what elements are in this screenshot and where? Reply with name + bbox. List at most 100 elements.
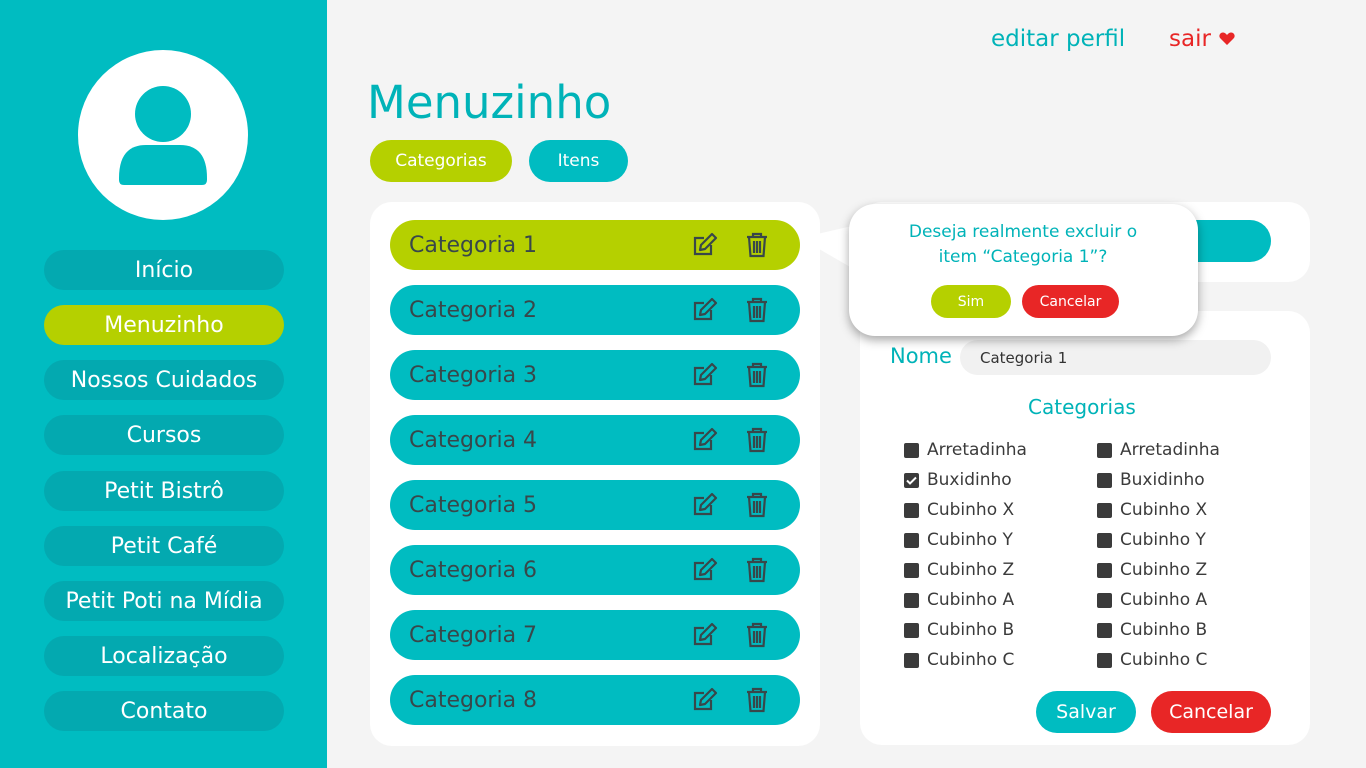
- checkbox[interactable]: [904, 592, 919, 608]
- checkbox-label: Cubinho X: [927, 500, 1015, 520]
- edit-icon[interactable]: [690, 685, 720, 715]
- edit-icon[interactable]: [690, 555, 720, 585]
- checkbox[interactable]: [904, 562, 919, 578]
- checkbox[interactable]: [904, 532, 919, 548]
- edit-icon[interactable]: [690, 490, 720, 520]
- categories-title: Categorias: [1028, 395, 1136, 419]
- confirm-cancel-button[interactable]: Cancelar: [1022, 285, 1119, 318]
- cancel-button[interactable]: Cancelar: [1151, 691, 1271, 733]
- checkbox-item[interactable]: Buxidinho: [904, 470, 1012, 490]
- logout-link[interactable]: sair: [1169, 26, 1235, 52]
- category-label: Categoria 8: [409, 687, 538, 713]
- checkbox-label: Arretadinha: [927, 440, 1027, 460]
- checkbox-item[interactable]: Cubinho X: [904, 500, 1014, 520]
- logout-label: sair: [1169, 26, 1211, 52]
- checkbox[interactable]: [1097, 532, 1112, 548]
- checkbox-item[interactable]: Cubinho C: [1097, 650, 1207, 670]
- category-row[interactable]: Categoria 7: [390, 610, 800, 660]
- category-row[interactable]: Categoria 1: [390, 220, 800, 270]
- nav-item-localizacao[interactable]: Localização: [44, 636, 284, 676]
- trash-icon[interactable]: [742, 555, 772, 585]
- nav-item-contato[interactable]: Contato: [44, 691, 284, 731]
- name-input[interactable]: [960, 340, 1271, 375]
- checkbox-item[interactable]: Cubinho C: [904, 650, 1014, 670]
- popup-message-line2: item “Categoria 1”?: [938, 247, 1108, 267]
- checkbox-label: Cubinho Z: [1120, 560, 1208, 580]
- checkbox-item[interactable]: Cubinho B: [1097, 620, 1207, 640]
- checkbox-label: Cubinho Y: [927, 530, 1013, 550]
- checkbox[interactable]: [1097, 622, 1112, 638]
- trash-icon[interactable]: [742, 295, 772, 325]
- tab-itens[interactable]: Itens: [529, 140, 628, 182]
- checkbox-item[interactable]: Cubinho Y: [1097, 530, 1206, 550]
- checkbox[interactable]: [1097, 502, 1112, 518]
- checkbox-label: Cubinho Y: [1120, 530, 1206, 550]
- popup-message-line1: Deseja realmente excluir o: [908, 222, 1138, 242]
- category-row[interactable]: Categoria 4: [390, 415, 800, 465]
- page-title: Menuzinho: [367, 76, 612, 129]
- category-label: Categoria 4: [409, 427, 538, 453]
- save-button[interactable]: Salvar: [1036, 691, 1136, 733]
- checkbox[interactable]: [904, 652, 919, 668]
- checkbox-item[interactable]: Cubinho X: [1097, 500, 1207, 520]
- nav-item-petit-bistro[interactable]: Petit Bistrô: [44, 471, 284, 511]
- edit-icon[interactable]: [690, 230, 720, 260]
- category-row[interactable]: Categoria 2: [390, 285, 800, 335]
- checkbox-item[interactable]: Cubinho A: [1097, 590, 1207, 610]
- checkbox-label: Buxidinho: [1120, 470, 1205, 490]
- nav-item-petit-poti-na-midia[interactable]: Petit Poti na Mídia: [44, 581, 284, 621]
- checkbox[interactable]: [1097, 562, 1112, 578]
- trash-icon[interactable]: [742, 490, 772, 520]
- trash-icon[interactable]: [742, 230, 772, 260]
- trash-icon[interactable]: [742, 685, 772, 715]
- name-label: Nome: [890, 344, 952, 368]
- edit-icon[interactable]: [690, 425, 720, 455]
- category-row[interactable]: Categoria 5: [390, 480, 800, 530]
- checkbox-label: Cubinho Z: [927, 560, 1015, 580]
- edit-icon[interactable]: [690, 295, 720, 325]
- checkbox-item[interactable]: Arretadinha: [904, 440, 1027, 460]
- checkbox-checked[interactable]: [904, 472, 919, 488]
- checkbox-label: Buxidinho: [927, 470, 1012, 490]
- trash-icon[interactable]: [742, 425, 772, 455]
- checkbox-label: Cubinho X: [1120, 500, 1208, 520]
- check-icon: [906, 476, 917, 485]
- edit-profile-link[interactable]: editar perfil: [991, 26, 1125, 52]
- avatar[interactable]: [78, 50, 248, 220]
- nav-item-menuzinho[interactable]: Menuzinho: [44, 305, 284, 345]
- category-label: Categoria 2: [409, 297, 538, 323]
- nav-item-cursos[interactable]: Cursos: [44, 415, 284, 455]
- edit-icon[interactable]: [690, 620, 720, 650]
- trash-icon[interactable]: [742, 620, 772, 650]
- heart-icon: [1219, 32, 1235, 45]
- checkbox-item[interactable]: Cubinho Y: [904, 530, 1013, 550]
- checkbox[interactable]: [1097, 472, 1112, 488]
- checkbox[interactable]: [904, 442, 919, 458]
- checkbox[interactable]: [904, 502, 919, 518]
- nav-item-petit-cafe[interactable]: Petit Café: [44, 526, 284, 566]
- category-label: Categoria 6: [409, 557, 538, 583]
- edit-icon[interactable]: [690, 360, 720, 390]
- checkbox-item[interactable]: Cubinho Z: [904, 560, 1014, 580]
- checkbox-item[interactable]: Buxidinho: [1097, 470, 1205, 490]
- checkbox[interactable]: [1097, 652, 1112, 668]
- category-row[interactable]: Categoria 6: [390, 545, 800, 595]
- checkbox-label: Cubinho C: [927, 650, 1015, 670]
- checkbox-item[interactable]: Cubinho A: [904, 590, 1014, 610]
- checkbox[interactable]: [1097, 442, 1112, 458]
- confirm-yes-button[interactable]: Sim: [931, 285, 1011, 318]
- category-label: Categoria 1: [409, 232, 538, 258]
- category-label: Categoria 3: [409, 362, 538, 388]
- checkbox[interactable]: [1097, 592, 1112, 608]
- nav-item-inicio[interactable]: Início: [44, 250, 284, 290]
- checkbox-item[interactable]: Arretadinha: [1097, 440, 1220, 460]
- tab-categorias[interactable]: Categorias: [370, 140, 512, 182]
- trash-icon[interactable]: [742, 360, 772, 390]
- category-row[interactable]: Categoria 3: [390, 350, 800, 400]
- category-row[interactable]: Categoria 8: [390, 675, 800, 725]
- checkbox-item[interactable]: Cubinho B: [904, 620, 1014, 640]
- nav-item-nossos-cuidados[interactable]: Nossos Cuidados: [44, 360, 284, 400]
- checkbox-item[interactable]: Cubinho Z: [1097, 560, 1207, 580]
- category-label: Categoria 7: [409, 622, 538, 648]
- checkbox[interactable]: [904, 622, 919, 638]
